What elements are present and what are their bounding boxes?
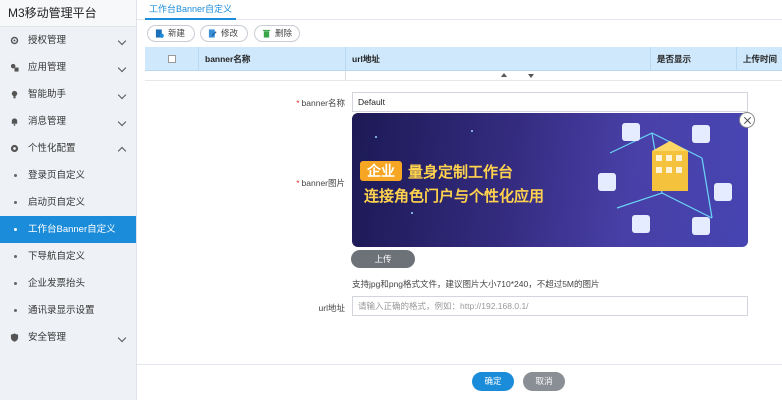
banner-line1-text: 量身定制工作台 <box>408 163 513 181</box>
chevron-down-icon <box>117 63 127 73</box>
sidebar-subitem-label: 下导航自定义 <box>28 251 86 262</box>
banner-image-label: * banner图片 <box>296 178 345 188</box>
bulb-icon <box>11 90 18 99</box>
sidebar-subitem-invoice-title[interactable]: 企业发票抬头 <box>0 270 136 297</box>
tab-bar: 工作台Banner自定义 <box>137 0 782 20</box>
sidebar-subitem-label: 企业发票抬头 <box>28 278 86 289</box>
palette-icon <box>10 144 19 153</box>
sidebar: M3移动管理平台 授权管理 应用管理 智能助手 消息管理 个性化配置 登录页自定… <box>0 0 137 400</box>
chevron-down-icon <box>117 117 127 127</box>
delete-button[interactable]: 删除 <box>254 25 300 42</box>
edit-button[interactable]: 修改 <box>200 25 248 42</box>
scroll-down-icon[interactable] <box>528 74 534 78</box>
banner-name-label: * banner名称 <box>296 98 345 108</box>
column-header-visible[interactable]: 是否显示 <box>650 47 736 71</box>
apps-icon <box>10 63 19 72</box>
sidebar-subitem-label: 启动页自定义 <box>28 197 86 208</box>
chevron-down-icon <box>117 90 127 100</box>
scroll-up-icon[interactable] <box>501 73 507 77</box>
bullet-icon <box>14 309 17 312</box>
edit-icon <box>208 29 217 38</box>
url-label: url地址 <box>318 303 345 313</box>
sidebar-item-personalize[interactable]: 个性化配置 <box>0 135 136 162</box>
sidebar-subitem-label: 工作台Banner自定义 <box>28 224 116 235</box>
bullet-icon <box>14 255 17 258</box>
bullet-icon <box>14 282 17 285</box>
sidebar-subitem-login-page[interactable]: 登录页自定义 <box>0 162 136 189</box>
remove-image-icon[interactable] <box>739 112 755 128</box>
sidebar-item-label: 应用管理 <box>28 62 67 73</box>
sidebar-subitem-label: 登录页自定义 <box>28 170 86 181</box>
sidebar-subitem-workbench-banner[interactable]: 工作台Banner自定义 <box>0 216 136 243</box>
upload-button[interactable]: 上传 <box>351 250 415 268</box>
required-mark: * <box>296 98 300 108</box>
shield-icon <box>10 333 19 342</box>
sidebar-subitem-bottom-nav[interactable]: 下导航自定义 <box>0 243 136 270</box>
banner-image-preview: 企业 量身定制工作台 连接角色门户与个性化应用 <box>352 113 748 247</box>
sidebar-item-license[interactable]: 授权管理 <box>0 27 136 54</box>
chevron-down-icon <box>117 36 127 46</box>
bullet-icon <box>14 174 17 177</box>
sidebar-subitem-contacts-display[interactable]: 通讯录显示设置 <box>0 297 136 324</box>
banner-form: *banner名称 *banner图片 <box>145 82 782 364</box>
toolbar: 新建 修改 删除 <box>137 20 782 47</box>
sidebar-item-security[interactable]: 安全管理 <box>0 324 136 351</box>
bell-icon <box>11 118 18 126</box>
confirm-button[interactable]: 确定 <box>472 372 514 391</box>
trash-icon <box>262 29 271 38</box>
banner-badge-text: 企业 <box>366 163 395 180</box>
sidebar-item-label: 智能助手 <box>28 89 67 100</box>
banner-illustration: 企业 量身定制工作台 连接角色门户与个性化应用 <box>352 113 748 247</box>
column-header-url[interactable]: url地址 <box>345 47 650 71</box>
app-title: M3移动管理平台 <box>0 0 136 27</box>
sidebar-item-label: 授权管理 <box>28 35 67 46</box>
sidebar-item-label: 个性化配置 <box>28 143 76 154</box>
sidebar-subitem-label: 通讯录显示设置 <box>28 305 95 316</box>
column-header-banner-name[interactable]: banner名称 <box>198 47 345 71</box>
bullet-icon <box>14 201 17 204</box>
gear-icon <box>10 36 19 45</box>
main-panel: 工作台Banner自定义 新建 修改 删除 banner名称 url地址 是否显… <box>137 0 782 400</box>
chevron-down-icon <box>117 333 127 343</box>
grid-header: banner名称 url地址 是否显示 上传时间 <box>145 47 782 71</box>
url-input[interactable] <box>352 296 748 316</box>
required-mark: * <box>296 178 300 188</box>
sidebar-item-apps[interactable]: 应用管理 <box>0 54 136 81</box>
new-doc-icon <box>155 29 164 38</box>
banner-line2-text: 连接角色门户与个性化应用 <box>364 187 544 205</box>
banner-name-input[interactable] <box>352 92 748 112</box>
column-divider <box>345 71 346 81</box>
select-all-checkbox[interactable] <box>168 55 176 63</box>
form-footer: 确定 取消 <box>137 364 782 400</box>
upload-hint: 支持jpg和png格式文件，建议图片大小710*240，不超过5M的图片 <box>352 279 600 289</box>
sidebar-item-label: 消息管理 <box>28 116 67 127</box>
cancel-button[interactable]: 取消 <box>523 372 565 391</box>
sidebar-item-label: 安全管理 <box>28 332 67 343</box>
sidebar-item-messages[interactable]: 消息管理 <box>0 108 136 135</box>
grid-scroll-strip <box>145 71 782 81</box>
sidebar-item-assistant[interactable]: 智能助手 <box>0 81 136 108</box>
tab-workbench-banner[interactable]: 工作台Banner自定义 <box>145 0 237 20</box>
sidebar-subitem-launch-page[interactable]: 启动页自定义 <box>0 189 136 216</box>
chevron-up-icon <box>117 146 127 156</box>
new-button[interactable]: 新建 <box>147 25 195 42</box>
column-header-upload-time[interactable]: 上传时间 <box>736 47 782 71</box>
bullet-icon <box>14 228 17 231</box>
